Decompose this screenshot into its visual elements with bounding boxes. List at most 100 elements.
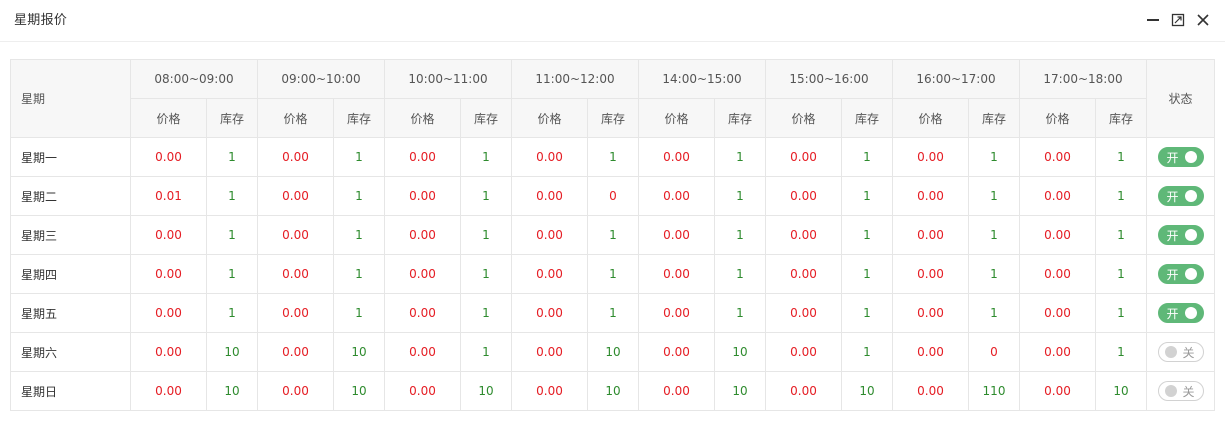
price-cell[interactable]: 0.00 xyxy=(765,176,842,216)
stock-cell[interactable]: 1 xyxy=(460,215,512,255)
stock-cell[interactable]: 1 xyxy=(841,254,893,294)
stock-cell[interactable]: 1 xyxy=(206,137,258,177)
price-cell[interactable]: 0.00 xyxy=(638,137,715,177)
price-cell[interactable]: 0.00 xyxy=(511,293,588,333)
maximize-icon[interactable] xyxy=(1170,12,1186,28)
stock-cell[interactable]: 1 xyxy=(1095,332,1147,372)
stock-cell[interactable]: 1 xyxy=(206,176,258,216)
status-toggle[interactable]: 开 xyxy=(1157,303,1204,323)
price-cell[interactable]: 0.00 xyxy=(511,371,588,411)
price-cell[interactable]: 0.00 xyxy=(257,254,334,294)
stock-cell[interactable]: 1 xyxy=(587,215,639,255)
stock-cell[interactable]: 0 xyxy=(968,332,1020,372)
price-cell[interactable]: 0.00 xyxy=(1019,176,1096,216)
stock-cell[interactable]: 10 xyxy=(714,332,766,372)
price-cell[interactable]: 0.00 xyxy=(130,215,207,255)
stock-cell[interactable]: 1 xyxy=(714,254,766,294)
price-cell[interactable]: 0.00 xyxy=(511,254,588,294)
price-cell[interactable]: 0.00 xyxy=(257,332,334,372)
price-cell[interactable]: 0.00 xyxy=(892,254,969,294)
price-cell[interactable]: 0.00 xyxy=(384,176,461,216)
price-cell[interactable]: 0.00 xyxy=(638,371,715,411)
status-toggle[interactable]: 开 xyxy=(1157,186,1204,206)
price-cell[interactable]: 0.00 xyxy=(892,215,969,255)
stock-cell[interactable]: 1 xyxy=(1095,137,1147,177)
price-cell[interactable]: 0.00 xyxy=(384,293,461,333)
status-toggle[interactable]: 关 xyxy=(1157,381,1204,401)
stock-cell[interactable]: 1 xyxy=(714,215,766,255)
price-cell[interactable]: 0.00 xyxy=(130,293,207,333)
price-cell[interactable]: 0.00 xyxy=(130,137,207,177)
stock-cell[interactable]: 10 xyxy=(841,371,893,411)
price-cell[interactable]: 0.00 xyxy=(765,332,842,372)
stock-cell[interactable]: 1 xyxy=(714,176,766,216)
status-toggle[interactable]: 开 xyxy=(1157,264,1204,284)
price-cell[interactable]: 0.00 xyxy=(511,137,588,177)
price-cell[interactable]: 0.00 xyxy=(130,254,207,294)
price-cell[interactable]: 0.00 xyxy=(384,254,461,294)
stock-cell[interactable]: 1 xyxy=(841,332,893,372)
price-cell[interactable]: 0.00 xyxy=(892,371,969,411)
stock-cell[interactable]: 10 xyxy=(587,371,639,411)
stock-cell[interactable]: 10 xyxy=(714,371,766,411)
price-cell[interactable]: 0.00 xyxy=(765,293,842,333)
stock-cell[interactable]: 1 xyxy=(968,254,1020,294)
price-cell[interactable]: 0.00 xyxy=(257,137,334,177)
price-cell[interactable]: 0.00 xyxy=(1019,332,1096,372)
stock-cell[interactable]: 10 xyxy=(587,332,639,372)
price-cell[interactable]: 0.00 xyxy=(765,371,842,411)
price-cell[interactable]: 0.00 xyxy=(765,254,842,294)
price-cell[interactable]: 0.00 xyxy=(384,332,461,372)
stock-cell[interactable]: 1 xyxy=(206,293,258,333)
status-toggle[interactable]: 关 xyxy=(1157,342,1204,362)
stock-cell[interactable]: 10 xyxy=(333,371,385,411)
stock-cell[interactable]: 1 xyxy=(206,254,258,294)
minimize-icon[interactable] xyxy=(1145,12,1161,28)
price-cell[interactable]: 0.00 xyxy=(638,293,715,333)
stock-cell[interactable]: 1 xyxy=(714,293,766,333)
price-cell[interactable]: 0.00 xyxy=(638,215,715,255)
stock-cell[interactable]: 1 xyxy=(968,293,1020,333)
price-cell[interactable]: 0.00 xyxy=(638,332,715,372)
stock-cell[interactable]: 1 xyxy=(968,176,1020,216)
price-cell[interactable]: 0.00 xyxy=(892,293,969,333)
stock-cell[interactable]: 1 xyxy=(460,332,512,372)
stock-cell[interactable]: 1 xyxy=(968,137,1020,177)
price-cell[interactable]: 0.00 xyxy=(257,215,334,255)
stock-cell[interactable]: 1 xyxy=(587,254,639,294)
price-cell[interactable]: 0.00 xyxy=(1019,371,1096,411)
stock-cell[interactable]: 1 xyxy=(333,137,385,177)
stock-cell[interactable]: 1 xyxy=(333,176,385,216)
price-cell[interactable]: 0.00 xyxy=(892,176,969,216)
stock-cell[interactable]: 1 xyxy=(1095,293,1147,333)
stock-cell[interactable]: 10 xyxy=(1095,371,1147,411)
stock-cell[interactable]: 1 xyxy=(1095,176,1147,216)
stock-cell[interactable]: 1 xyxy=(460,176,512,216)
stock-cell[interactable]: 10 xyxy=(333,332,385,372)
price-cell[interactable]: 0.00 xyxy=(765,137,842,177)
close-icon[interactable] xyxy=(1195,12,1211,28)
stock-cell[interactable]: 1 xyxy=(968,215,1020,255)
price-cell[interactable]: 0.00 xyxy=(638,176,715,216)
stock-cell[interactable]: 10 xyxy=(206,332,258,372)
stock-cell[interactable]: 1 xyxy=(333,254,385,294)
price-cell[interactable]: 0.00 xyxy=(892,332,969,372)
stock-cell[interactable]: 10 xyxy=(460,371,512,411)
price-cell[interactable]: 0.00 xyxy=(257,293,334,333)
price-cell[interactable]: 0.00 xyxy=(1019,293,1096,333)
stock-cell[interactable]: 1 xyxy=(333,215,385,255)
price-cell[interactable]: 0.00 xyxy=(384,215,461,255)
price-cell[interactable]: 0.00 xyxy=(1019,215,1096,255)
price-cell[interactable]: 0.00 xyxy=(511,215,588,255)
stock-cell[interactable]: 1 xyxy=(1095,215,1147,255)
price-cell[interactable]: 0.00 xyxy=(1019,137,1096,177)
stock-cell[interactable]: 1 xyxy=(841,137,893,177)
stock-cell[interactable]: 1 xyxy=(587,293,639,333)
price-cell[interactable]: 0.00 xyxy=(130,371,207,411)
price-cell[interactable]: 0.00 xyxy=(638,254,715,294)
status-toggle[interactable]: 开 xyxy=(1157,147,1204,167)
stock-cell[interactable]: 10 xyxy=(206,371,258,411)
stock-cell[interactable]: 1 xyxy=(460,293,512,333)
stock-cell[interactable]: 1 xyxy=(206,215,258,255)
price-cell[interactable]: 0.00 xyxy=(130,332,207,372)
